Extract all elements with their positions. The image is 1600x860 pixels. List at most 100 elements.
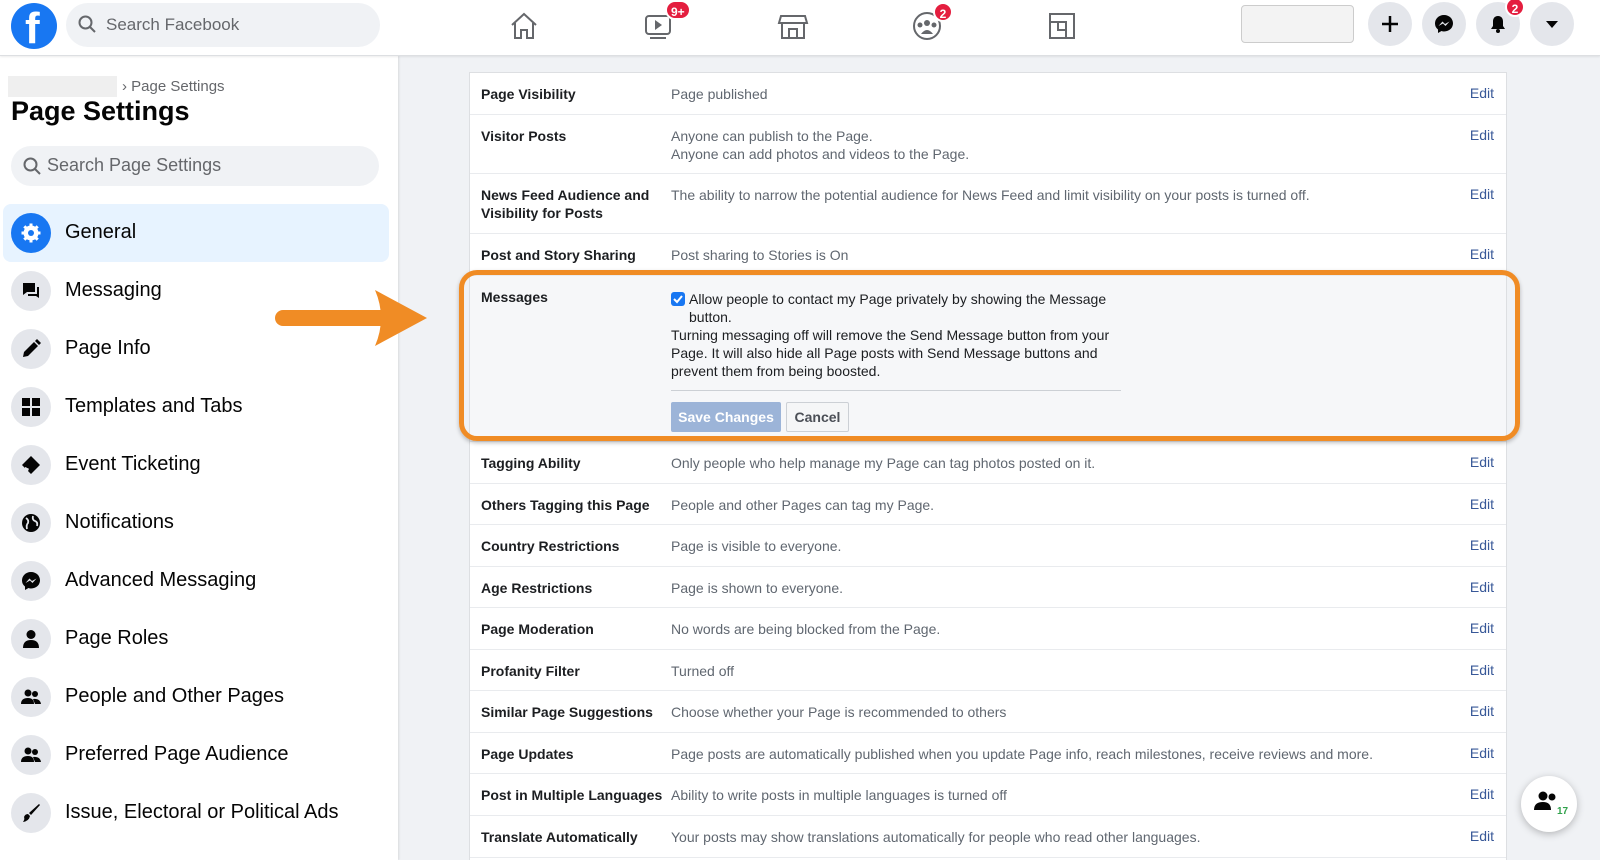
sidebar-item-templates-and-tabs[interactable]: Templates and Tabs (3, 378, 389, 436)
setting-row-country-restrictions[interactable]: Country Restrictions Page is visible to … (470, 525, 1506, 567)
setting-name: Page Moderation (481, 621, 594, 637)
marketplace-nav-tab[interactable] (773, 8, 813, 44)
setting-row-multiple-languages[interactable]: Post in Multiple Languages Ability to wr… (470, 774, 1506, 816)
setting-name: Page Visibility (481, 86, 576, 102)
edit-link[interactable]: Edit (1470, 745, 1494, 761)
setting-name: Translate Automatically (481, 829, 638, 845)
sidebar-item-label: Issue, Electoral or Political Ads (65, 801, 339, 823)
checkbox-label[interactable]: Allow people to contact my Page privatel… (671, 290, 1121, 326)
annotation-arrow-icon (275, 290, 427, 346)
setting-row-page-visibility[interactable]: Page Visibility Page published Edit (470, 73, 1506, 115)
settings-search-input[interactable]: Search Page Settings (11, 146, 379, 186)
setting-row-visitor-posts[interactable]: Visitor Posts Anyone can publish to the … (470, 115, 1506, 174)
setting-description: Turned off (671, 663, 735, 679)
gear-icon (21, 223, 41, 243)
setting-name: Post and Story Sharing (481, 247, 636, 263)
setting-row-age-restrictions[interactable]: Age Restrictions Page is shown to everyo… (470, 567, 1506, 608)
messaging-icon (23, 283, 39, 298)
setting-row-similar-page-suggestions[interactable]: Similar Page Suggestions Choose whether … (470, 691, 1506, 733)
edit-link[interactable]: Edit (1470, 579, 1494, 595)
sidebar-item-label: Advanced Messaging (65, 569, 257, 591)
setting-row-messages: Messages Allow people to contact my Page… (470, 276, 1506, 442)
search-icon (23, 157, 41, 175)
edit-link[interactable]: Edit (1470, 703, 1494, 719)
search-placeholder: Search Page Settings (47, 155, 222, 175)
gaming-icon (1049, 13, 1075, 39)
edit-link[interactable]: Edit (1470, 186, 1494, 202)
sidebar-item-political-ads[interactable]: Issue, Electoral or Political Ads (3, 784, 389, 842)
setting-row-translate-automatically[interactable]: Translate Automatically Your posts may s… (470, 816, 1506, 858)
page-title: Page Settings (11, 96, 190, 126)
setting-description: Post sharing to Stories is On (671, 247, 849, 263)
setting-description: Page published (671, 86, 768, 102)
contacts-chat-button[interactable]: 17 (1521, 776, 1577, 832)
breadcrumb: › Page Settings (122, 78, 225, 95)
setting-row-post-and-story-sharing[interactable]: Post and Story Sharing Post sharing to S… (470, 234, 1506, 276)
setting-row-tagging-ability[interactable]: Tagging Ability Only people who help man… (470, 442, 1506, 484)
sidebar-item-notifications[interactable]: Notifications (3, 494, 389, 552)
edit-link[interactable]: Edit (1470, 246, 1494, 262)
home-nav-tab[interactable] (504, 8, 544, 44)
create-button[interactable] (1368, 2, 1412, 46)
messenger-button[interactable] (1422, 2, 1466, 46)
breadcrumb-page-link[interactable] (8, 76, 117, 97)
edit-link[interactable]: Edit (1470, 496, 1494, 512)
setting-name: Messages (481, 289, 548, 305)
setting-row-profanity-filter[interactable]: Profanity Filter Turned off Edit (470, 650, 1506, 691)
setting-name: Page Updates (481, 746, 574, 762)
profile-button[interactable] (1241, 5, 1354, 43)
setting-row-page-moderation[interactable]: Page Moderation No words are being block… (470, 608, 1506, 650)
edit-link[interactable]: Edit (1470, 786, 1494, 802)
sidebar-item-advanced-messaging[interactable]: Advanced Messaging (3, 552, 389, 610)
setting-row-others-tagging[interactable]: Others Tagging this Page People and othe… (470, 484, 1506, 525)
cancel-button[interactable]: Cancel (786, 402, 849, 432)
edit-link[interactable]: Edit (1470, 85, 1494, 101)
globe-icon (22, 514, 40, 532)
setting-description: The ability to narrow the potential audi… (671, 187, 1310, 203)
sidebar-item-preferred-page-audience[interactable]: Preferred Page Audience (3, 726, 389, 784)
edit-link[interactable]: Edit (1470, 537, 1494, 553)
account-menu-button[interactable] (1530, 2, 1574, 46)
setting-row-page-updates[interactable]: Page Updates Page posts are automaticall… (470, 733, 1506, 774)
setting-name: Visitor Posts (481, 128, 567, 144)
setting-description: Page posts are automatically published w… (671, 746, 1373, 762)
edit-link[interactable]: Edit (1470, 828, 1494, 844)
setting-name: Country Restrictions (481, 538, 620, 554)
setting-description: Your posts may show translations automat… (671, 829, 1201, 845)
bell-icon (1491, 16, 1505, 33)
plus-icon (1382, 16, 1398, 32)
edit-link[interactable]: Edit (1470, 620, 1494, 636)
setting-description: Choose whether your Page is recommended … (671, 704, 1007, 720)
messenger-icon (1435, 15, 1453, 33)
sidebar-item-label: People and Other Pages (65, 685, 285, 707)
setting-description: Ability to write posts in multiple langu… (671, 787, 1007, 803)
gaming-nav-tab[interactable] (1042, 8, 1082, 44)
sidebar-item-people-and-other-pages[interactable]: People and Other Pages (3, 668, 389, 726)
home-icon (511, 12, 537, 39)
sidebar-item-page-roles[interactable]: Page Roles (3, 610, 389, 668)
sidebar-item-general[interactable]: General (3, 204, 389, 262)
sidebar-item-event-ticketing[interactable]: Event Ticketing (3, 436, 389, 494)
edit-link[interactable]: Edit (1470, 662, 1494, 678)
facebook-logo[interactable]: f (11, 3, 57, 53)
brush-icon (23, 804, 40, 822)
top-navigation-bar: f Search Facebook 9+ 2 2 (0, 0, 1600, 56)
save-changes-button[interactable]: Save Changes (671, 402, 781, 432)
setting-row-news-feed-audience[interactable]: News Feed Audience and Visibility for Po… (470, 174, 1506, 234)
sidebar-item-label: Templates and Tabs (65, 395, 243, 417)
person-icon (23, 630, 39, 648)
sidebar-item-label: Messaging (65, 279, 162, 301)
logo-letter: f (25, 4, 40, 53)
edit-link[interactable]: Edit (1470, 454, 1494, 470)
setting-name: Others Tagging this Page (481, 497, 650, 513)
sidebar-item-label: Event Ticketing (65, 453, 201, 475)
grid-icon (22, 398, 40, 416)
edit-link[interactable]: Edit (1470, 127, 1494, 143)
setting-description: People and other Pages can tag my Page. (671, 497, 935, 513)
facebook-search-input[interactable]: Search Facebook (66, 3, 380, 47)
search-icon (78, 15, 96, 33)
groups-badge: 2 (933, 2, 953, 22)
search-placeholder: Search Facebook (106, 15, 240, 34)
setting-description: Page is visible to everyone. (671, 538, 842, 554)
online-count: 17 (1557, 806, 1569, 817)
